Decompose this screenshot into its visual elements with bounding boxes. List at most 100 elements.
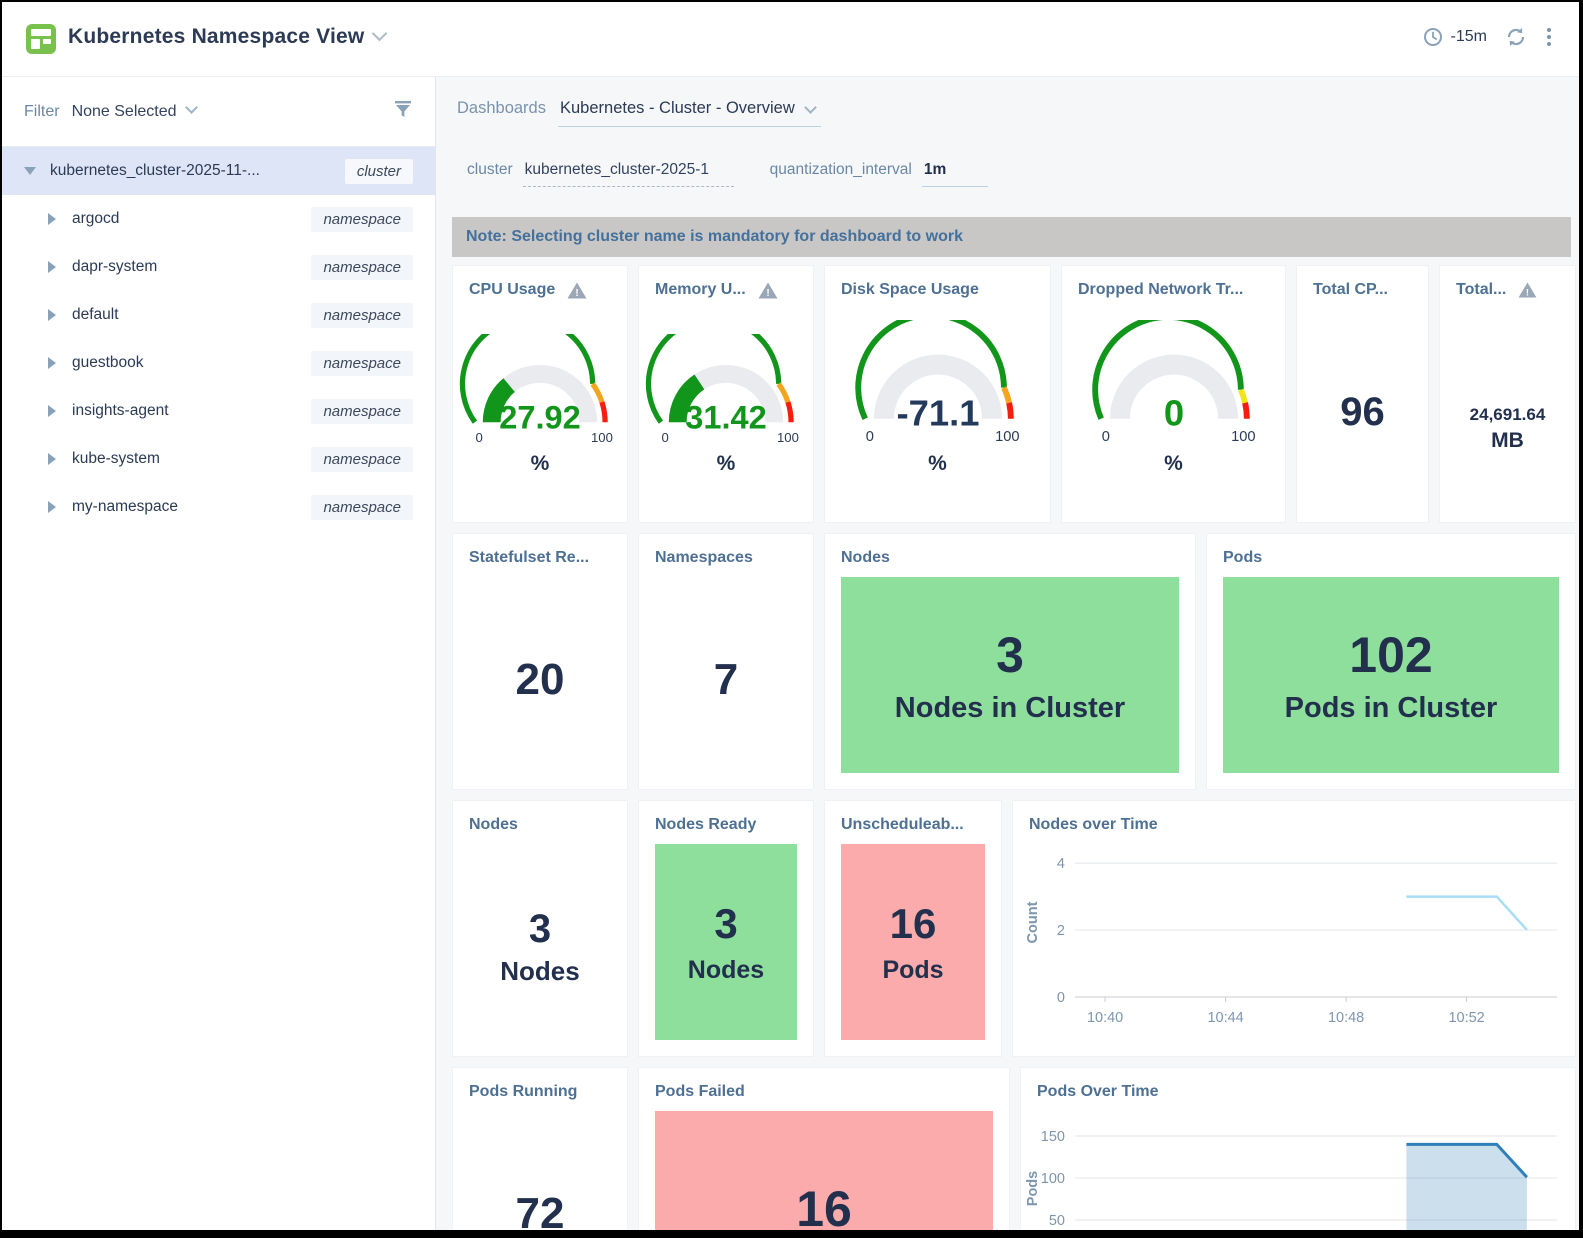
warning-icon: ! xyxy=(758,282,778,299)
tree-item-namespace[interactable]: kube-systemnamespace xyxy=(2,435,435,483)
caret-right-icon[interactable] xyxy=(48,213,56,225)
cpu-gauge: 27.920100 xyxy=(456,334,624,450)
namespace-badge: namespace xyxy=(311,255,413,280)
unschedulable-value: 16 xyxy=(890,900,937,948)
svg-text:0: 0 xyxy=(475,430,482,445)
namespace-badge: namespace xyxy=(311,207,413,232)
card-title: Memory U... xyxy=(655,281,746,299)
card-statefulset: Statefulset Re... 20 xyxy=(452,533,628,790)
pods-running-value: 72 xyxy=(516,1189,565,1230)
card-title: Pods Running xyxy=(469,1083,577,1101)
card-title: Statefulset Re... xyxy=(469,549,589,567)
caret-right-icon[interactable] xyxy=(48,309,56,321)
page-title[interactable]: Kubernetes Namespace View xyxy=(68,25,385,49)
tree-item-namespace[interactable]: insights-agentnamespace xyxy=(2,387,435,435)
svg-text:Pods: Pods xyxy=(1025,1171,1041,1206)
pods-in-cluster-value: 102 xyxy=(1349,626,1432,684)
nodes-in-cluster-label: Nodes in Cluster xyxy=(895,692,1125,725)
cluster-name: kubernetes_cluster-2025-11-... xyxy=(50,162,260,180)
caret-right-icon[interactable] xyxy=(48,453,56,465)
svg-text:100: 100 xyxy=(1041,1171,1065,1187)
svg-text:100: 100 xyxy=(777,430,799,445)
namespace-name: guestbook xyxy=(72,354,144,372)
namespace-badge: namespace xyxy=(311,303,413,328)
chevron-down-icon[interactable] xyxy=(372,26,388,42)
chart-title: Nodes over Time xyxy=(1029,816,1158,834)
gauge-unit: % xyxy=(717,452,736,476)
card-title: Pods xyxy=(1223,549,1262,567)
namespace-sidebar: Filter None Selected kubernetes_cluster-… xyxy=(2,77,436,1230)
svg-text:100: 100 xyxy=(1231,429,1255,445)
warning-icon: ! xyxy=(567,282,587,299)
svg-text:0: 0 xyxy=(865,429,873,445)
card-pods-running: Pods Running 72 xyxy=(452,1067,628,1230)
caret-right-icon[interactable] xyxy=(48,261,56,273)
tree-item-namespace[interactable]: argocd namespace xyxy=(2,195,435,243)
card-unschedulable: Unscheduleab... 16 Pods xyxy=(824,800,1002,1057)
namespace-name: my-namespace xyxy=(72,498,178,516)
svg-text:50: 50 xyxy=(1049,1213,1065,1229)
clock-icon xyxy=(1423,27,1443,47)
caret-right-icon[interactable] xyxy=(48,405,56,417)
svg-text:0: 0 xyxy=(1163,393,1183,434)
card-nodes: Nodes 3 Nodes xyxy=(452,800,628,1057)
tree-item-namespace[interactable]: guestbook namespace xyxy=(2,339,435,387)
dropped-network-gauge: 00100 xyxy=(1080,320,1268,450)
warning-icon: ! xyxy=(1518,282,1537,298)
caret-down-icon[interactable] xyxy=(24,167,36,175)
svg-text:100: 100 xyxy=(591,430,613,445)
pods-in-cluster-box: 102 Pods in Cluster xyxy=(1223,577,1559,773)
tree-item-namespace[interactable]: default namespace xyxy=(2,291,435,339)
tree-item-cluster[interactable]: kubernetes_cluster-2025-11-... cluster xyxy=(2,147,435,195)
tree-item-namespace[interactable]: dapr-system namespace xyxy=(2,243,435,291)
namespace-name: dapr-system xyxy=(72,258,157,276)
nodes-ready-box: 3 Nodes xyxy=(655,844,797,1040)
namespace-name: default xyxy=(72,306,119,324)
namespace-badge: namespace xyxy=(311,351,413,376)
card-total-cpu: Total CP... 96 xyxy=(1296,265,1429,523)
card-nodes-in-cluster: Nodes 3 Nodes in Cluster xyxy=(824,533,1196,790)
tree-item-namespace[interactable]: my-namespacenamespace xyxy=(2,483,435,531)
quantization-param-label: quantization_interval xyxy=(770,161,912,179)
namespace-badge: namespace xyxy=(311,399,413,424)
cluster-param-input[interactable]: kubernetes_cluster-2025-1 xyxy=(523,161,734,187)
filter-dropdown[interactable]: None Selected xyxy=(72,103,177,121)
cluster-param-label: cluster xyxy=(467,161,513,179)
namespace-name: argocd xyxy=(72,210,119,228)
card-title: Nodes Ready xyxy=(655,816,756,834)
chevron-down-icon[interactable] xyxy=(185,101,198,114)
namespace-tree: argocdnamespacedapr-systemnamespacedefau… xyxy=(2,195,435,531)
svg-text:-71.1: -71.1 xyxy=(896,393,979,434)
quantization-param-input[interactable]: 1m xyxy=(922,161,988,187)
chevron-down-icon[interactable] xyxy=(804,101,817,114)
card-dropped-network: Dropped Network Tr... 00100 % xyxy=(1061,265,1286,523)
caret-right-icon[interactable] xyxy=(48,501,56,513)
gauge-unit: % xyxy=(531,452,550,476)
dashboard-dropdown[interactable]: Kubernetes - Cluster - Overview xyxy=(558,99,821,127)
svg-text:Count: Count xyxy=(1025,901,1041,943)
svg-text:10:40: 10:40 xyxy=(1087,1010,1123,1026)
refresh-icon[interactable] xyxy=(1505,26,1527,48)
app-logo-icon xyxy=(26,24,56,54)
card-disk-space-usage: Disk Space Usage -71.10100 % xyxy=(824,265,1051,523)
note-banner: Note: Selecting cluster name is mandator… xyxy=(452,217,1571,257)
svg-text:150: 150 xyxy=(1041,1129,1065,1145)
pods-over-time-chart: 50 100 150 Pods xyxy=(1021,1103,1577,1230)
chart-title: Pods Over Time xyxy=(1037,1083,1159,1101)
dashboard-params-row: cluster kubernetes_cluster-2025-1 quanti… xyxy=(467,161,988,187)
nodes-over-time-chart: 02410:4010:4410:4810:52Count xyxy=(1013,846,1577,1046)
pods-in-cluster-label: Pods in Cluster xyxy=(1285,692,1498,725)
nodes-ready-value: 3 xyxy=(714,900,737,948)
card-nodes-over-time: Nodes over Time 02410:4010:4410:4810:52C… xyxy=(1012,800,1576,1057)
funnel-filter-icon[interactable] xyxy=(393,99,413,124)
total-memory-value: 24,691.64 xyxy=(1470,405,1546,425)
filter-bar: Filter None Selected xyxy=(2,77,435,147)
svg-text:!: ! xyxy=(576,288,579,299)
time-range-value: -15m xyxy=(1451,28,1487,46)
more-options-menu[interactable] xyxy=(1545,26,1553,48)
app-surface: Kubernetes Namespace View -15m Filter No… xyxy=(2,2,1579,1230)
nodes-ready-label: Nodes xyxy=(688,956,764,985)
caret-right-icon[interactable] xyxy=(48,357,56,369)
time-range-selector[interactable]: -15m xyxy=(1423,27,1487,47)
dashboard-selector-row: Dashboards Kubernetes - Cluster - Overvi… xyxy=(457,99,821,127)
